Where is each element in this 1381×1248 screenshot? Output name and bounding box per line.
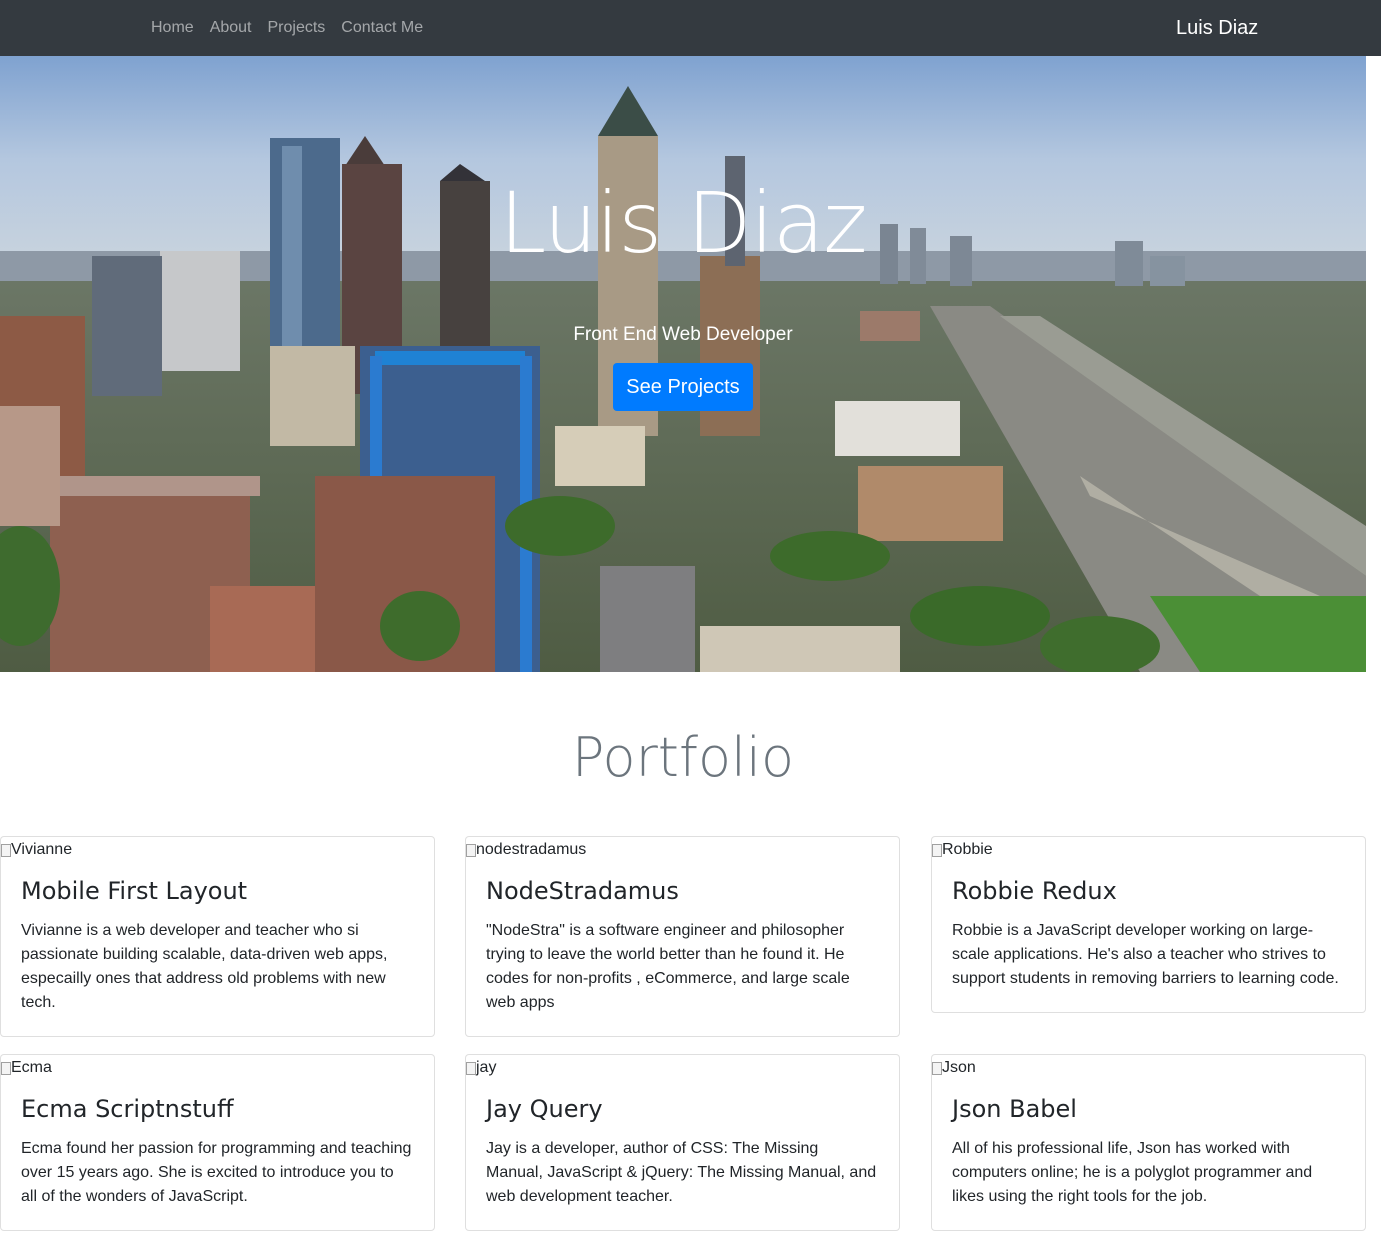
card-title: Mobile First Layout <box>21 877 248 905</box>
card-title: Jay Query <box>486 1095 603 1123</box>
card-body: NodeStradamus "NodeStra" is a software e… <box>466 863 899 1035</box>
hero-section: Luis Diaz Front End Web Developer See Pr… <box>0 56 1366 672</box>
card-text: Jay is a developer, author of CSS: The M… <box>486 1140 877 1205</box>
card-body: Mobile First Layout Vivianne is a web de… <box>1 863 434 1035</box>
portfolio-card-jay: jay Jay Query Jay is a developer, author… <box>465 1054 900 1231</box>
card-image: Robbie <box>932 837 1365 863</box>
card-body: Ecma Scriptnstuff Ecma found her passion… <box>1 1081 434 1229</box>
card-title: Ecma Scriptnstuff <box>21 1095 234 1123</box>
card-body: Jay Query Jay is a developer, author of … <box>466 1081 899 1229</box>
card-title: NodeStradamus <box>486 877 679 905</box>
card-body: Robbie Redux Robbie is a JavaScript deve… <box>932 863 1365 1011</box>
card-text: Vivianne is a web developer and teacher … <box>21 922 388 1011</box>
broken-image-icon <box>932 1061 942 1075</box>
card-image: jay <box>466 1055 899 1081</box>
card-text: "NodeStra" is a software engineer and ph… <box>486 922 850 1011</box>
card-body: Json Babel All of his professional life,… <box>932 1081 1365 1229</box>
nav-link-about[interactable]: About <box>210 19 252 37</box>
card-image: Json <box>932 1055 1365 1081</box>
hero-title: Luis Diaz <box>499 174 868 272</box>
card-image-alt: Json <box>942 1059 976 1076</box>
card-image-alt: jay <box>476 1059 497 1076</box>
navbar-brand[interactable]: Luis Diaz <box>1176 0 1258 56</box>
navbar: Home About Projects Contact Me Luis Diaz <box>0 0 1381 56</box>
broken-image-icon <box>466 1061 476 1075</box>
nav-link-home[interactable]: Home <box>151 19 194 37</box>
card-title: Json Babel <box>952 1095 1077 1123</box>
see-projects-button[interactable]: See Projects <box>613 363 753 411</box>
portfolio-card-vivianne: Vivianne Mobile First Layout Vivianne is… <box>0 836 435 1037</box>
card-image: Ecma <box>1 1055 434 1081</box>
hero-subtitle: Front End Web Developer <box>573 324 793 345</box>
card-image-alt: Ecma <box>11 1059 52 1076</box>
portfolio-card-robbie: Robbie Robbie Redux Robbie is a JavaScri… <box>931 836 1366 1013</box>
card-text: Robbie is a JavaScript developer working… <box>952 922 1339 987</box>
card-image-alt: Vivianne <box>11 841 73 858</box>
portfolio-card-json: Json Json Babel All of his professional … <box>931 1054 1366 1231</box>
card-image-alt: Robbie <box>942 841 993 858</box>
card-image: Vivianne <box>1 837 434 863</box>
card-text: All of his professional life, Json has w… <box>952 1140 1313 1205</box>
nav-link-contact[interactable]: Contact Me <box>341 19 423 37</box>
card-image-alt: nodestradamus <box>476 841 587 858</box>
broken-image-icon <box>466 843 476 857</box>
portfolio-title: Portfolio <box>571 726 795 789</box>
broken-image-icon <box>1 843 11 857</box>
portfolio-card-nodestradamus: nodestradamus NodeStradamus "NodeStra" i… <box>465 836 900 1037</box>
portfolio-card-ecma: Ecma Ecma Scriptnstuff Ecma found her pa… <box>0 1054 435 1231</box>
broken-image-icon <box>1 1061 11 1075</box>
nav-link-projects[interactable]: Projects <box>268 19 326 37</box>
card-title: Robbie Redux <box>952 877 1117 905</box>
card-text: Ecma found her passion for programming a… <box>21 1140 412 1205</box>
nav-links: Home About Projects Contact Me <box>151 0 439 56</box>
broken-image-icon <box>932 843 942 857</box>
card-image: nodestradamus <box>466 837 899 863</box>
